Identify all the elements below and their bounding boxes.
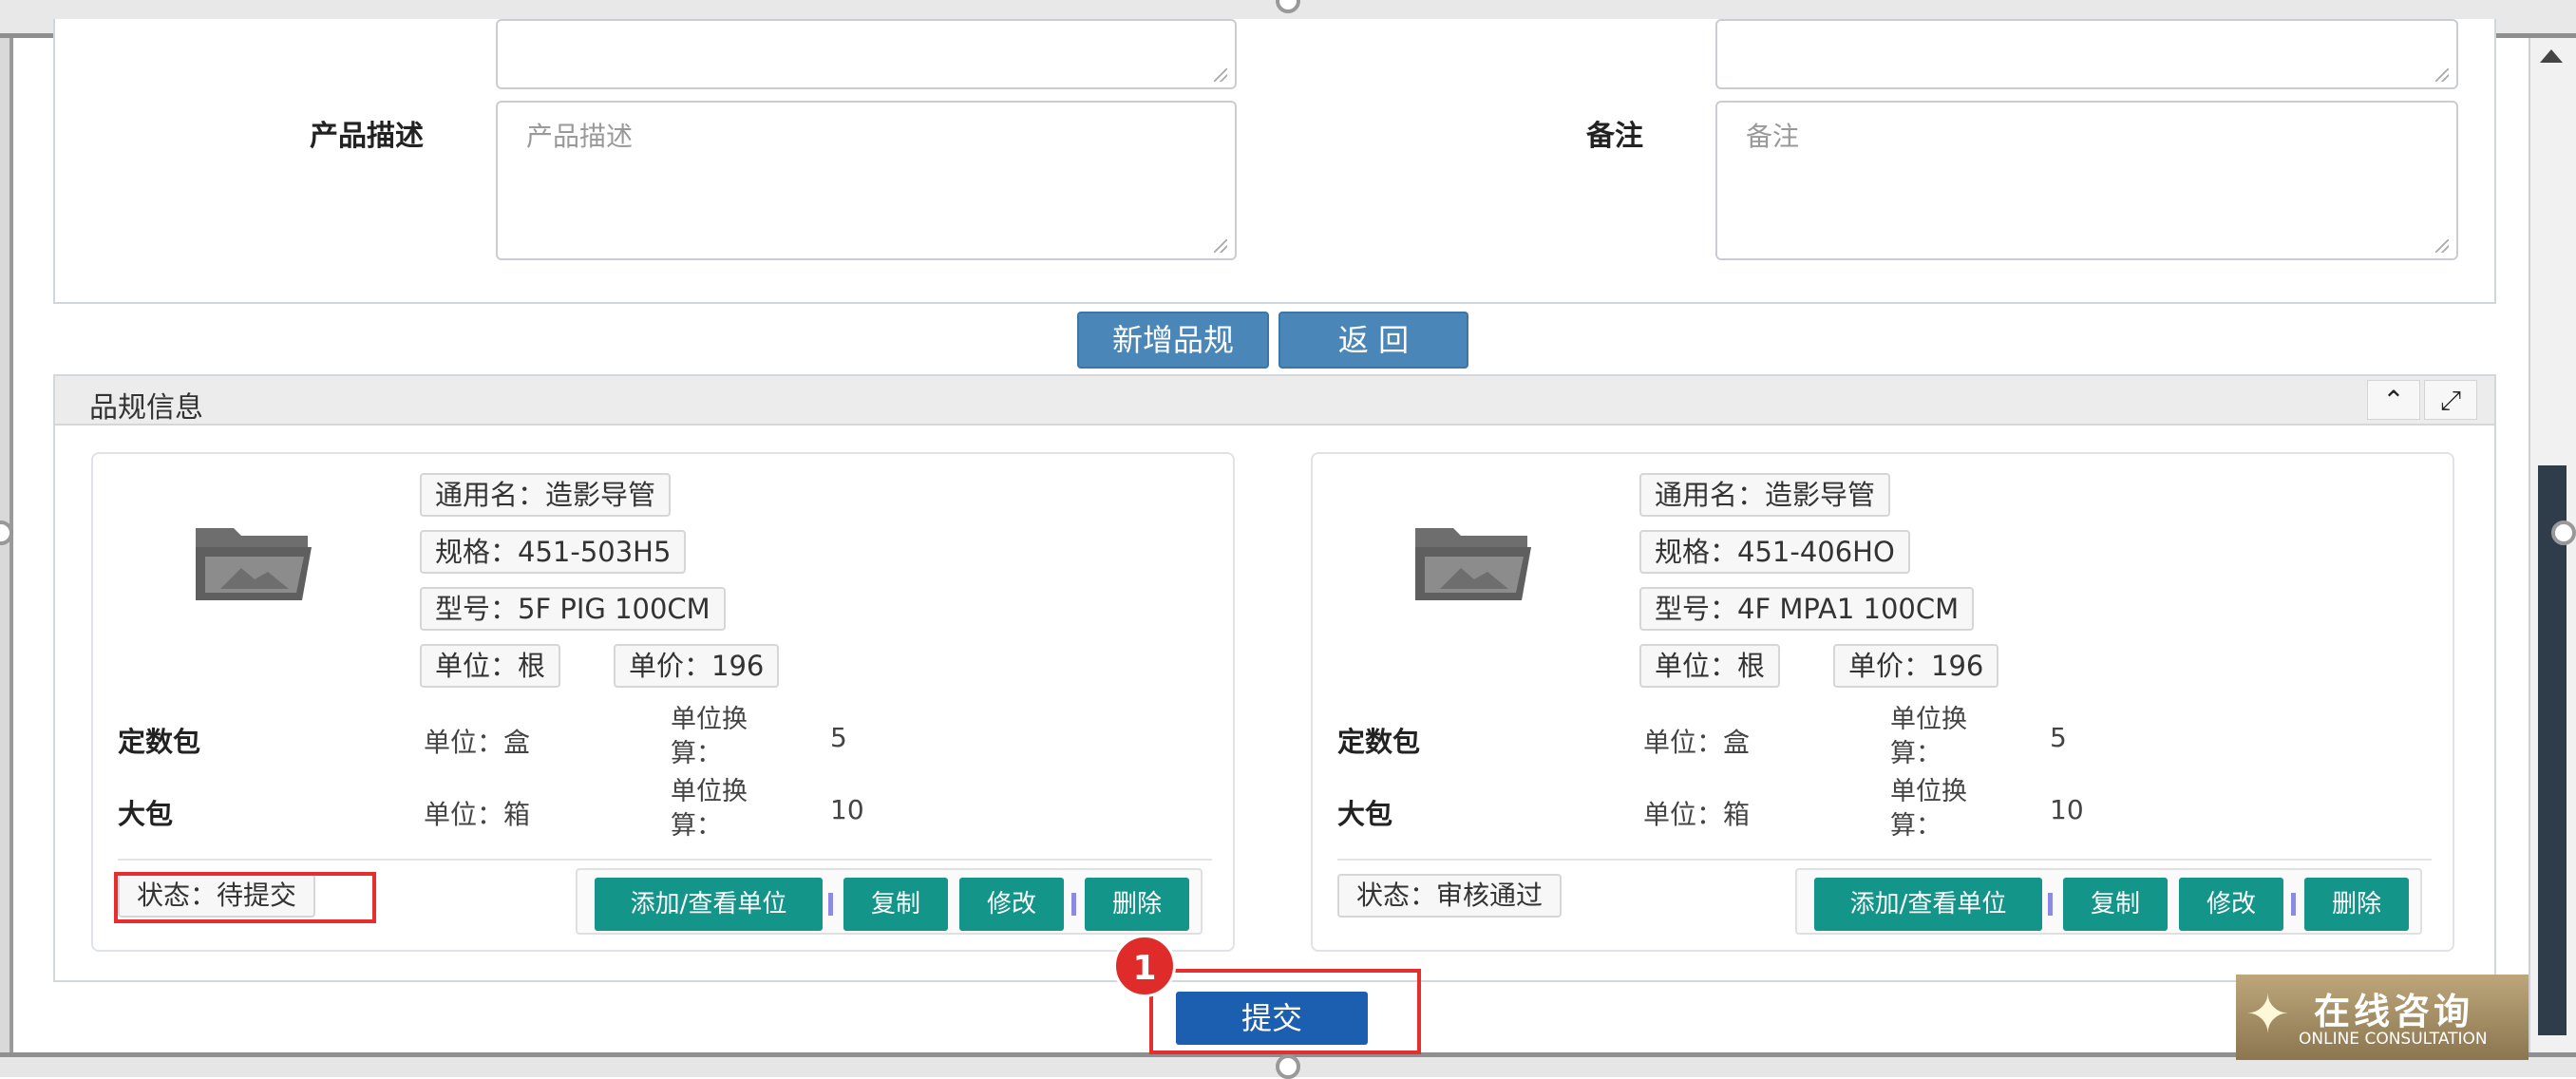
spec-panel-title: 品规信息 (89, 391, 203, 425)
big-package-conv-value: 10 (2050, 794, 2084, 825)
generic-name-tag: 通用名：造影导管 (1639, 473, 1891, 517)
chevron-up-icon[interactable]: ⌃ (2367, 380, 2420, 420)
spec-panel-header: 品规信息 ⌃ ⤢ (55, 376, 2494, 426)
resize-grip-icon[interactable] (1214, 239, 1227, 253)
generic-name-tag: 通用名：造影导管 (420, 473, 672, 517)
fixed-package-conv-value: 5 (2050, 722, 2067, 753)
status-highlight-box (114, 872, 376, 923)
status-badge: 状态：审核通过 (1337, 874, 1563, 918)
remark-textarea[interactable]: 备注 (1715, 101, 2458, 260)
online-consultation-widget[interactable]: ✦ 在线咨询 ONLINE CONSULTATION (2236, 975, 2529, 1060)
resize-grip-icon[interactable] (2435, 239, 2449, 253)
remark-label: 备注 (1586, 120, 1643, 153)
button-separator (1071, 893, 1076, 916)
fixed-package-conv-value: 5 (830, 722, 847, 753)
big-package-unit: 单位：箱 (1643, 799, 1751, 830)
card-divider (118, 859, 1212, 861)
unit-tag: 单位：根 (1639, 644, 1781, 688)
fixed-package-label: 定数包 (1337, 726, 1421, 758)
consult-subtitle: ONLINE CONSULTATION (2299, 1030, 2488, 1049)
folder-icon (1415, 528, 1531, 600)
fixed-package-label: 定数包 (118, 726, 201, 758)
consult-title: 在线咨询 (2314, 991, 2474, 1032)
step-badge: 1 (1113, 935, 1176, 997)
delete-button[interactable]: 删除 (1085, 878, 1189, 931)
textarea-previous-right[interactable] (1715, 19, 2458, 89)
copy-button[interactable]: 复制 (2063, 878, 2168, 931)
edit-button[interactable]: 修改 (959, 878, 1064, 931)
spec-card-2: 通用名：造影导管 规格：451-406HO 型号：4F MPA1 100CM 单… (1311, 452, 2454, 952)
spec-card-1: 通用名：造影导管 规格：451-503H5 型号：5F PIG 100CM 单位… (91, 452, 1235, 952)
expand-icon[interactable]: ⤢ (2424, 380, 2477, 420)
remark-placeholder: 备注 (1746, 121, 1800, 152)
add-spec-button[interactable]: 新增品规 (1077, 312, 1269, 369)
copy-button[interactable]: 复制 (843, 878, 948, 931)
fixed-package-unit: 单位：盒 (424, 727, 531, 758)
button-separator (828, 893, 833, 916)
add-view-unit-button[interactable]: 添加/查看单位 (1814, 878, 2042, 931)
back-button[interactable]: 返 回 (1279, 312, 1468, 369)
textarea-previous-left[interactable] (496, 19, 1237, 89)
fixed-package-unit: 单位：盒 (1643, 727, 1751, 758)
delete-button[interactable]: 删除 (2304, 878, 2409, 931)
scrollbar-thumb[interactable] (2538, 465, 2567, 1035)
spec-tag: 规格：451-503H5 (420, 530, 687, 574)
big-package-label: 大包 (118, 798, 174, 830)
price-tag: 单价：196 (1833, 644, 1999, 688)
big-package-conv-label: 单位换算： (1890, 777, 1967, 841)
card-actions: 添加/查看单位 复制 修改 删除 (1795, 868, 2422, 935)
scroll-up-arrow-icon[interactable] (2540, 49, 2563, 63)
fixed-package-conv-label: 单位换算： (671, 705, 748, 768)
fixed-package-conv-label: 单位换算： (1890, 705, 1967, 768)
product-desc-label: 产品描述 (310, 120, 424, 153)
big-package-unit: 单位：箱 (424, 799, 531, 830)
star-logo-icon: ✦ (2245, 984, 2290, 1046)
big-package-label: 大包 (1337, 798, 1393, 830)
model-tag: 型号：5F PIG 100CM (420, 587, 726, 631)
price-tag: 单价：196 (614, 644, 780, 688)
big-package-conv-value: 10 (830, 794, 864, 825)
resize-grip-icon[interactable] (1214, 68, 1227, 82)
spec-tag: 规格：451-406HO (1639, 530, 1910, 574)
resize-grip-icon[interactable] (2435, 68, 2449, 82)
edit-button[interactable]: 修改 (2179, 878, 2283, 931)
product-desc-textarea[interactable]: 产品描述 (496, 101, 1237, 260)
unit-tag: 单位：根 (420, 644, 561, 688)
window-left-border (0, 38, 13, 1052)
card-divider (1337, 859, 2432, 861)
model-tag: 型号：4F MPA1 100CM (1639, 587, 1975, 631)
button-separator (2291, 893, 2296, 916)
add-view-unit-button[interactable]: 添加/查看单位 (595, 878, 823, 931)
product-desc-placeholder: 产品描述 (526, 121, 634, 152)
card-actions: 添加/查看单位 复制 修改 删除 (576, 868, 1203, 935)
big-package-conv-label: 单位换算： (671, 777, 748, 841)
button-separator (2048, 893, 2053, 916)
resize-handle-bottom[interactable] (1276, 1054, 1300, 1079)
folder-icon (196, 528, 312, 600)
submit-button[interactable]: 提交 (1176, 992, 1368, 1045)
resize-handle-right[interactable] (2551, 521, 2576, 545)
